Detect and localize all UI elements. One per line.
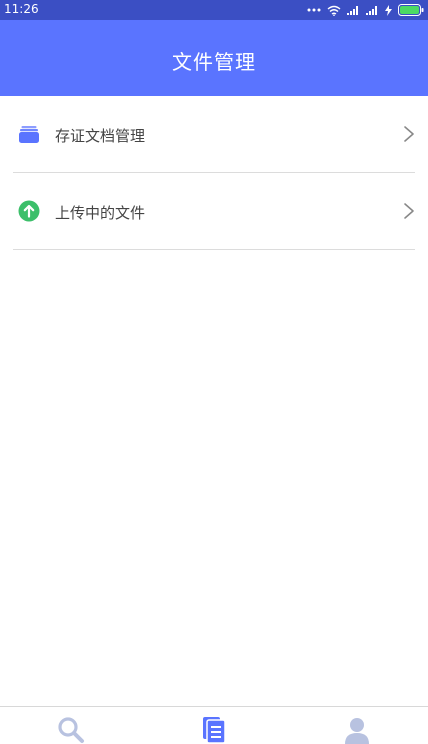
wifi-icon <box>327 5 341 16</box>
menu-item-label: 存证文档管理 <box>55 127 146 145</box>
bottom-nav <box>0 706 428 744</box>
documents-icon <box>203 717 226 744</box>
menu-list: 存证文档管理 上传中的文件 <box>0 96 428 250</box>
status-time: 11:26 <box>4 2 39 16</box>
more-dots-icon <box>307 8 321 12</box>
charging-icon <box>385 4 392 16</box>
tab-search[interactable] <box>0 707 142 744</box>
chevron-right-icon <box>404 126 414 142</box>
tab-profile[interactable] <box>286 707 428 744</box>
search-icon <box>58 717 84 743</box>
app-header: 文件管理 <box>0 20 428 96</box>
signal-icon-2 <box>366 6 377 15</box>
user-icon <box>345 718 369 744</box>
menu-item-evidence-documents[interactable]: 存证文档管理 <box>13 96 415 173</box>
chevron-right-icon <box>404 203 414 219</box>
status-icons <box>307 3 424 17</box>
tab-documents[interactable] <box>143 707 285 744</box>
upload-arrow-icon <box>18 200 40 222</box>
folder-stack-icon <box>19 126 39 143</box>
menu-item-label: 上传中的文件 <box>55 204 146 222</box>
battery-icon <box>398 4 424 16</box>
signal-icon <box>347 6 358 15</box>
status-bar: 11:26 <box>0 0 428 20</box>
menu-item-uploading-files[interactable]: 上传中的文件 <box>13 173 415 250</box>
page-title: 文件管理 <box>172 50 256 74</box>
